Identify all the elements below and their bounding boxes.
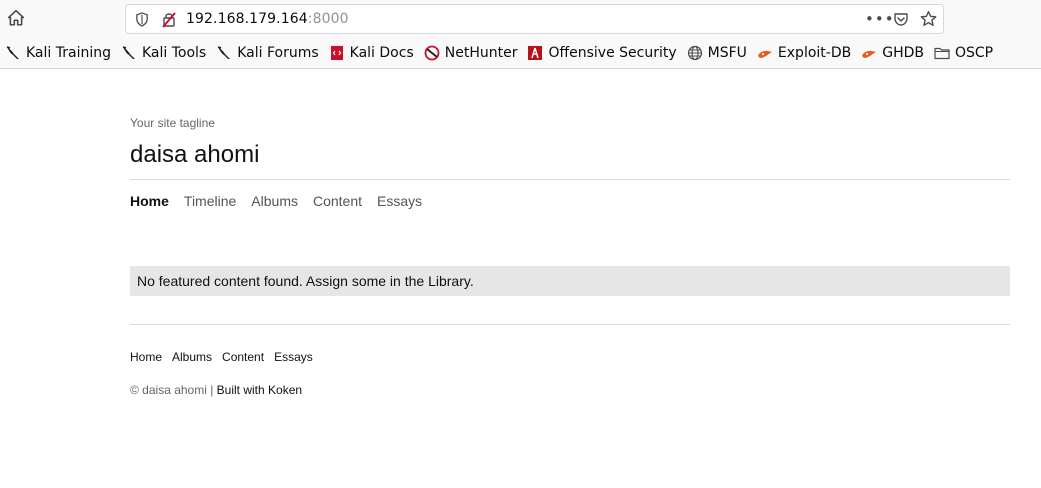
nav-content[interactable]: Content	[313, 193, 362, 209]
bookmark-label: Kali Docs	[349, 45, 414, 61]
nav-essays[interactable]: Essays	[377, 193, 422, 209]
bookmark-exploit-db[interactable]: Exploit-DB	[757, 43, 851, 63]
bookmark-label: Kali Training	[26, 45, 111, 61]
folder-icon	[934, 45, 950, 61]
kali-docs-icon	[329, 45, 345, 61]
site-title[interactable]: daisa ahomi	[130, 141, 259, 169]
footer-divider	[130, 324, 1010, 325]
nethunter-icon	[424, 45, 440, 61]
url-host: 192.168.179.164	[186, 11, 308, 27]
bookmark-msfu[interactable]: MSFU	[687, 43, 747, 63]
nav-albums[interactable]: Albums	[251, 193, 298, 209]
kali-dragon-icon	[216, 45, 232, 61]
site-tagline: Your site tagline	[130, 116, 215, 130]
featured-content-notice: No featured content found. Assign some i…	[130, 266, 1010, 296]
bookmark-label: MSFU	[707, 45, 747, 61]
offsec-icon	[527, 45, 543, 61]
bookmarks-toolbar: Kali Training Kali Tools Kali Forums Kal…	[5, 43, 1003, 63]
bookmark-offensive-security[interactable]: Offensive Security	[527, 43, 677, 63]
nav-timeline[interactable]: Timeline	[184, 193, 236, 209]
bookmark-kali-tools[interactable]: Kali Tools	[121, 43, 206, 63]
exploitdb-icon	[757, 45, 773, 61]
insecure-connection-icon[interactable]	[161, 11, 177, 28]
bookmark-label: Kali Forums	[237, 45, 319, 61]
kali-dragon-icon	[5, 45, 21, 61]
home-button[interactable]	[4, 6, 28, 30]
bookmark-label: GHDB	[882, 45, 924, 61]
tracking-shield-icon[interactable]	[135, 12, 149, 27]
bookmark-kali-training[interactable]: Kali Training	[5, 43, 111, 63]
footer-nav-content[interactable]: Content	[222, 350, 264, 364]
bookmark-kali-docs[interactable]: Kali Docs	[329, 43, 414, 63]
footer-nav-essays[interactable]: Essays	[274, 350, 313, 364]
bookmark-label: NetHunter	[444, 45, 518, 61]
url-port: :8000	[307, 11, 349, 27]
footer-nav-home[interactable]: Home	[130, 350, 162, 364]
bookmark-label: Exploit-DB	[777, 45, 852, 61]
bookmark-label: Offensive Security	[548, 45, 677, 61]
exploitdb-icon	[861, 45, 877, 61]
copyright: © daisa ahomi | Built with Koken	[130, 383, 302, 397]
bookmark-label: Kali Tools	[141, 45, 207, 61]
url-text[interactable]: 192.168.179.164:8000	[186, 11, 349, 27]
bookmark-ghdb[interactable]: GHDB	[861, 43, 924, 63]
home-icon	[7, 9, 25, 26]
pocket-icon[interactable]	[893, 11, 909, 27]
bookmark-kali-forums[interactable]: Kali Forums	[216, 43, 319, 63]
browser-toolbar: 192.168.179.164:8000 ••• Kali Training K…	[0, 0, 1041, 69]
bookmark-star-icon[interactable]	[920, 10, 937, 27]
bookmark-label: OSCP	[954, 45, 994, 61]
footer-nav: Home Albums Content Essays	[130, 350, 323, 364]
koken-link[interactable]: Built with Koken	[217, 383, 302, 397]
globe-icon	[687, 45, 703, 61]
page-actions-button[interactable]: •••	[865, 10, 895, 28]
address-bar[interactable]: 192.168.179.164:8000 •••	[125, 4, 944, 34]
main-nav: Home Timeline Albums Content Essays	[130, 193, 437, 209]
footer-nav-albums[interactable]: Albums	[172, 350, 212, 364]
nav-home[interactable]: Home	[130, 193, 169, 209]
copyright-text: © daisa ahomi |	[130, 383, 217, 397]
header-divider	[130, 179, 1010, 180]
kali-dragon-icon	[121, 45, 137, 61]
bookmark-nethunter[interactable]: NetHunter	[424, 43, 518, 63]
bookmark-folder-oscp[interactable]: OSCP	[934, 43, 993, 63]
